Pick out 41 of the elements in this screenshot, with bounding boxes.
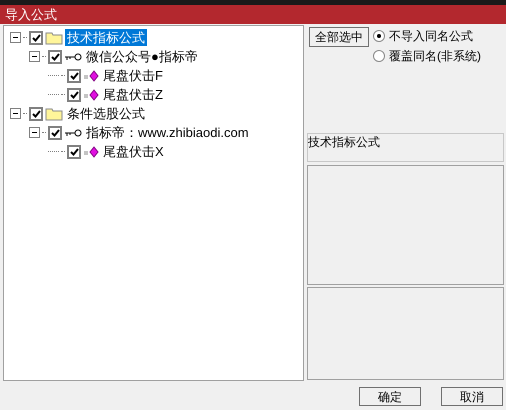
check-icon — [70, 72, 78, 80]
collapse-toggle[interactable] — [10, 108, 21, 119]
diamond-icon — [83, 88, 99, 100]
diamond-icon — [83, 146, 99, 158]
folder-icon — [45, 30, 63, 44]
tree-item[interactable]: 尾盘伏击F — [101, 67, 165, 84]
tree-item[interactable]: 尾盘伏击Z — [101, 86, 165, 103]
tree-item[interactable]: 技术指标公式 — [65, 29, 147, 46]
key-icon — [64, 128, 82, 138]
radio-button[interactable] — [373, 30, 385, 42]
checkbox[interactable] — [29, 106, 43, 120]
radio-option[interactable]: 不导入同名公式 — [373, 27, 481, 45]
checkbox[interactable] — [29, 30, 43, 44]
check-icon — [50, 52, 60, 60]
folder-icon — [45, 106, 63, 120]
checkbox[interactable] — [67, 88, 81, 102]
checkbox[interactable] — [67, 144, 81, 158]
checkbox[interactable] — [67, 68, 81, 82]
check-icon — [70, 148, 78, 156]
collapse-toggle[interactable] — [29, 51, 40, 62]
check-icon — [70, 90, 78, 98]
collapse-toggle[interactable] — [29, 127, 40, 138]
diamond-icon — [83, 70, 99, 82]
window-title: 导入公式 — [5, 6, 57, 24]
checkbox[interactable] — [48, 50, 62, 64]
tree-item[interactable]: 指标帝：www.zhibiaodi.com — [84, 124, 251, 141]
select-all-button[interactable]: 全部选中 — [309, 27, 369, 47]
check-icon — [50, 128, 60, 136]
check-icon — [32, 110, 40, 118]
tree-item[interactable]: 微信公众号●指标帝 — [84, 48, 200, 65]
radio-button[interactable] — [373, 50, 385, 62]
key-icon — [64, 52, 82, 62]
tree-item[interactable]: 尾盘伏击X — [101, 143, 166, 160]
ok-button[interactable]: 确定 — [359, 387, 421, 406]
check-icon — [32, 34, 40, 42]
cancel-button[interactable]: 取消 — [441, 387, 503, 406]
collapse-toggle[interactable] — [10, 32, 21, 43]
radio-option[interactable]: 覆盖同名(非系统) — [373, 47, 481, 65]
tree-item[interactable]: 条件选股公式 — [65, 105, 147, 122]
info-field: 技术指标公式 — [307, 133, 504, 162]
checkbox[interactable] — [48, 126, 62, 140]
